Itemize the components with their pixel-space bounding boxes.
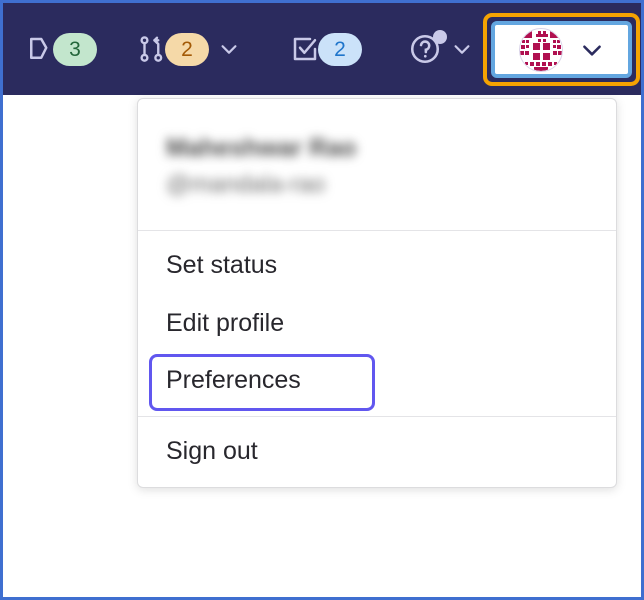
chevron-down-icon-merge-requests[interactable] — [216, 36, 242, 62]
badge-merge-requests: 2 — [165, 32, 209, 66]
nav-item-merge-requests[interactable]: 2 — [131, 21, 246, 77]
nav-item-todos[interactable]: 2 — [284, 21, 366, 77]
user-avatar-dropdown-button[interactable] — [503, 27, 620, 72]
menu-item-set-status[interactable]: Set status — [138, 237, 616, 295]
badge-todos: 2 — [318, 32, 362, 66]
menu-section-profile: Set status Edit profile Preferences — [138, 231, 616, 416]
merge-request-icon — [135, 32, 169, 66]
chevron-down-icon-avatar[interactable] — [579, 37, 605, 63]
user-fullname: Maheshwar Rao — [166, 134, 357, 162]
merge-request-review-icon — [23, 32, 57, 66]
todo-checkbox-icon — [288, 32, 322, 66]
screenshot-frame: 3 2 2 Maheshwar Rao @mandala-rao Set sta… — [0, 0, 644, 600]
notification-dot-icon — [433, 30, 447, 44]
avatar — [518, 27, 563, 72]
user-info-header: Maheshwar Rao @mandala-rao — [138, 99, 616, 231]
nav-item-help[interactable] — [404, 21, 479, 77]
menu-item-preferences[interactable]: Preferences — [138, 352, 616, 410]
user-menu-dropdown: Maheshwar Rao @mandala-rao Set status Ed… — [137, 98, 617, 488]
nav-item-merge-request-reviews[interactable]: 3 — [19, 21, 101, 77]
menu-item-edit-profile[interactable]: Edit profile — [138, 295, 616, 353]
badge-merge-request-reviews: 3 — [53, 32, 97, 66]
avatar-button-focus-ring — [491, 21, 632, 78]
user-handle: @mandala-rao — [166, 171, 326, 198]
menu-item-sign-out[interactable]: Sign out — [138, 423, 616, 481]
menu-section-session: Sign out — [138, 416, 616, 487]
avatar-button-highlight-annotation — [483, 13, 640, 86]
top-navigation-bar: 3 2 2 — [3, 3, 641, 95]
chevron-down-icon-help[interactable] — [449, 36, 475, 62]
question-circle-icon — [408, 30, 447, 66]
